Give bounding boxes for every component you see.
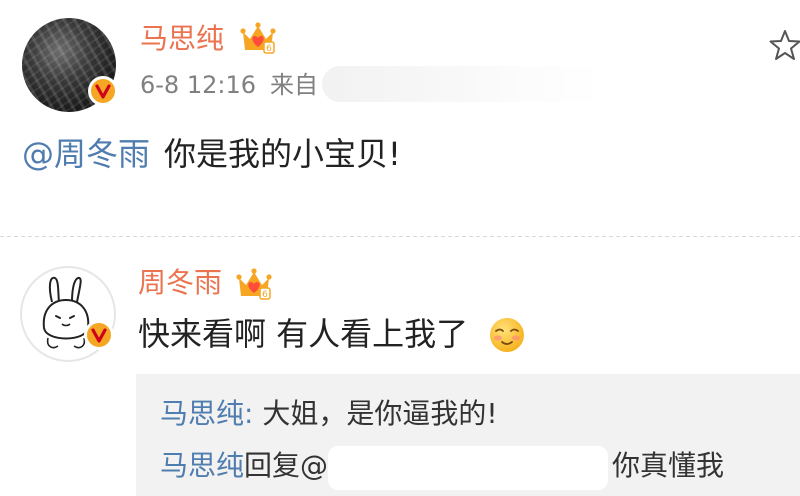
divider xyxy=(0,236,800,237)
svg-text:6: 6 xyxy=(266,44,272,54)
reply-text: 大姐，是你逼我的! xyxy=(262,397,498,430)
redacted-source xyxy=(322,66,602,102)
mention-link[interactable]: @周冬雨 xyxy=(22,135,150,173)
svg-text:6: 6 xyxy=(262,290,268,300)
post-time: 6-8 12:16 xyxy=(140,71,256,99)
reply-separator: : xyxy=(244,397,263,430)
reply-author-name[interactable]: 马思纯 xyxy=(160,449,244,482)
post-source-prefix: 来自 xyxy=(270,71,318,99)
reply-author-name[interactable]: 马思纯 xyxy=(160,397,244,430)
verified-badge-icon xyxy=(84,320,114,350)
comment-author-name[interactable]: 周冬雨 xyxy=(138,266,222,300)
post-text: 你是我的小宝贝! xyxy=(164,135,401,173)
verified-badge-icon xyxy=(88,76,118,106)
reply-item[interactable]: 马思纯回复@ xyxy=(160,448,328,484)
comment-text: 快来看啊 有人看上我了 xyxy=(138,315,469,353)
reply-item[interactable]: 马思纯: 大姐，是你逼我的! xyxy=(160,396,498,432)
post-author-name[interactable]: 马思纯 xyxy=(140,22,224,56)
star-icon[interactable] xyxy=(768,28,800,66)
post-content: @周冬雨 你是我的小宝贝! xyxy=(22,132,401,176)
reply-action: 回复@ xyxy=(244,449,329,482)
crown-vip-icon: 6 xyxy=(236,266,272,306)
reply-thread: 马思纯: 大姐，是你逼我的! 马思纯回复@ 你真懂我 xyxy=(136,374,800,496)
crown-vip-icon: 6 xyxy=(240,20,276,60)
post-meta: 6-8 12:16 来自 xyxy=(140,70,318,100)
redacted-reply-target xyxy=(328,446,608,490)
blush-smile-emoji xyxy=(488,316,526,358)
reply-text: 你真懂我 xyxy=(612,449,725,482)
